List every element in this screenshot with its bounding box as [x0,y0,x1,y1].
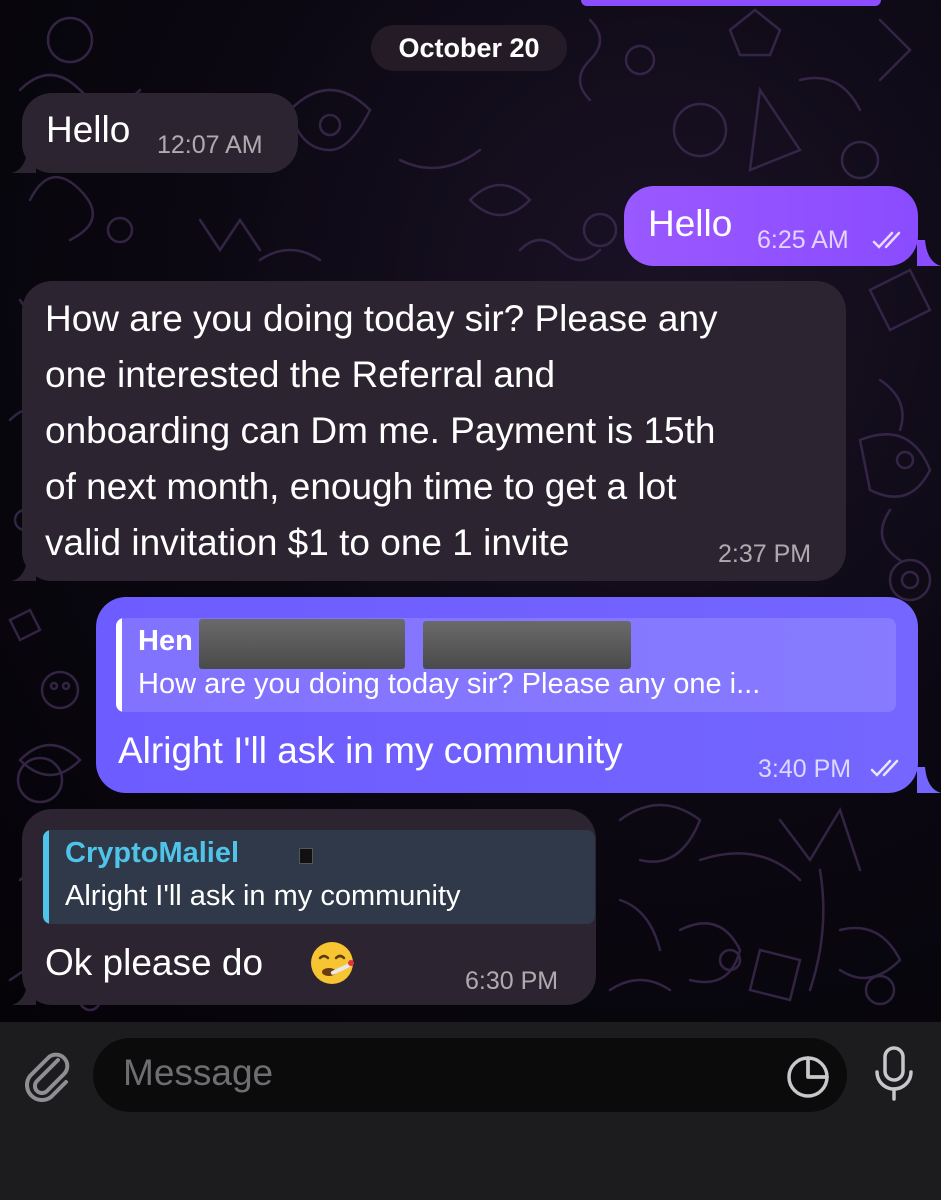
message-time: 6:30 PM [465,967,559,995]
date-separator: October 20 [371,25,567,71]
reply-author: CryptoMaliel [65,837,240,869]
bubble-tail [917,240,941,266]
message-time: 6:25 AM [757,226,849,254]
sticker-icon[interactable] [785,1054,831,1100]
message-text: Alright I'll ask in my community [118,730,623,771]
message-incoming[interactable]: Hello 12:07 AM [22,93,298,173]
message-text: Hello [46,109,131,150]
reply-preview[interactable]: CryptoMaliel Alright I'll ask in my comm… [43,830,595,924]
reply-author: Hen [138,625,193,657]
message-outgoing[interactable]: Hen How are you doing today sir? Please … [96,597,918,793]
bubble-tail [917,767,941,793]
flag-icon [299,848,313,864]
message-time: 12:07 AM [157,131,263,159]
message-line: valid invitation $1 to one 1 invite [45,522,570,563]
message-text: Hello [648,203,733,244]
bubble-tail [12,979,36,1005]
message-incoming[interactable]: How are you doing today sir? Please any … [22,281,846,581]
message-time: 2:37 PM [718,540,812,568]
message-line: one interested the Referral and [45,354,556,395]
double-check-icon [870,759,899,777]
message-time: 3:40 PM [758,755,852,783]
microphone-icon[interactable] [870,1044,918,1104]
redacted-name-block [199,619,405,669]
message-text: Ok please do [45,942,264,983]
previous-message-edge [581,0,881,6]
bubble-tail [12,555,36,581]
bubble-tail [12,147,36,173]
message-line: How are you doing today sir? Please any [45,298,718,339]
redacted-name-block [423,621,631,669]
reply-accent-bar [116,618,122,712]
message-line: onboarding can Dm me. Payment is 15th [45,410,716,451]
message-input-placeholder: Message [123,1052,274,1093]
face-with-thermometer-emoji [311,942,354,984]
double-check-icon [872,231,901,249]
reply-accent-bar [43,830,49,924]
message-line: of next month, enough time to get a lot [45,466,677,507]
paperclip-icon[interactable] [20,1046,76,1102]
message-incoming[interactable]: CryptoMaliel Alright I'll ask in my comm… [22,809,596,1005]
reply-text: How are you doing today sir? Please any … [138,668,761,700]
message-outgoing[interactable]: Hello 6:25 AM [624,186,918,266]
reply-text: Alright I'll ask in my community [65,880,461,912]
message-text: How are you doing today sir? Please any … [45,291,718,571]
